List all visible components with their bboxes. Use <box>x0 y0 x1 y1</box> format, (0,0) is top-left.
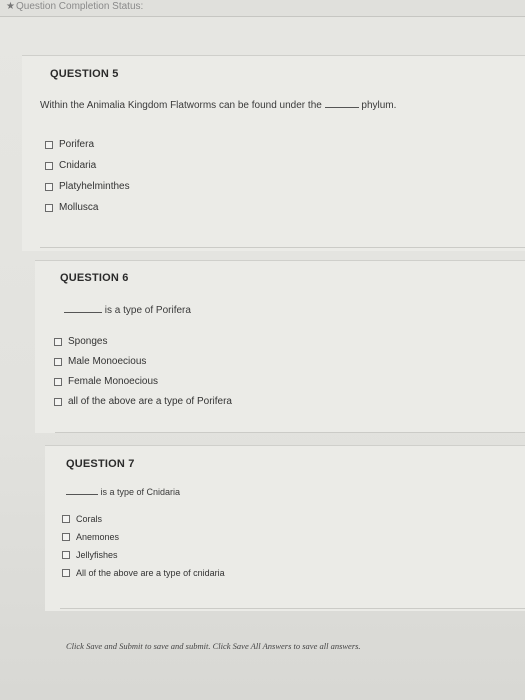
checkbox[interactable] <box>62 569 70 577</box>
checkbox[interactable] <box>54 377 62 386</box>
option-jellyfishes[interactable]: Jellyfishes <box>62 550 118 560</box>
checkbox[interactable] <box>45 182 53 191</box>
checkbox[interactable] <box>45 140 53 149</box>
option-porifera[interactable]: Porifera <box>45 139 94 150</box>
question-5-text: Within the Animalia Kingdom Flatworms ca… <box>40 100 397 111</box>
option-female-monoecious[interactable]: Female Monoecious <box>54 376 158 387</box>
checkbox[interactable] <box>45 161 53 170</box>
checkbox[interactable] <box>45 203 53 212</box>
option-all-cnidaria[interactable]: All of the above are a type of cnidaria <box>62 568 225 578</box>
option-mollusca[interactable]: Mollusca <box>45 202 98 213</box>
checkbox[interactable] <box>54 397 62 406</box>
question-7-title: QUESTION 7 <box>66 458 135 470</box>
divider <box>55 432 525 433</box>
question-5-title: QUESTION 5 <box>50 68 119 80</box>
question-6-text: is a type of Porifera <box>64 305 191 316</box>
question-7-text: is a type of Cnidaria <box>66 487 180 497</box>
option-male-monoecious[interactable]: Male Monoecious <box>54 356 146 367</box>
divider <box>60 608 525 609</box>
option-corals[interactable]: Corals <box>62 514 102 524</box>
answer-blank <box>66 494 98 495</box>
checkbox[interactable] <box>54 357 62 366</box>
checkbox[interactable] <box>62 551 70 559</box>
question-6-panel <box>35 260 525 433</box>
quiz-page: ★ Question Completion Status: QUESTION 5… <box>0 0 525 700</box>
save-instructions: Click Save and Submit to save and submit… <box>66 641 361 651</box>
option-sponges[interactable]: Sponges <box>54 336 107 347</box>
answer-blank <box>324 107 359 108</box>
question-6-title: QUESTION 6 <box>60 272 129 284</box>
star-icon: ★ <box>6 1 15 12</box>
status-bar: ★ Question Completion Status: <box>0 0 525 17</box>
option-cnidaria[interactable]: Cnidaria <box>45 160 96 171</box>
answer-blank <box>64 312 102 313</box>
question-5-panel <box>22 55 525 251</box>
divider <box>40 247 525 248</box>
question-completion-status[interactable]: Question Completion Status: <box>16 1 143 12</box>
checkbox[interactable] <box>62 515 70 523</box>
option-platyhelminthes[interactable]: Platyhelminthes <box>45 181 130 192</box>
checkbox[interactable] <box>54 337 62 346</box>
checkbox[interactable] <box>62 533 70 541</box>
option-anemones[interactable]: Anemones <box>62 532 119 542</box>
option-all-porifera[interactable]: all of the above are a type of Porifera <box>54 396 232 407</box>
